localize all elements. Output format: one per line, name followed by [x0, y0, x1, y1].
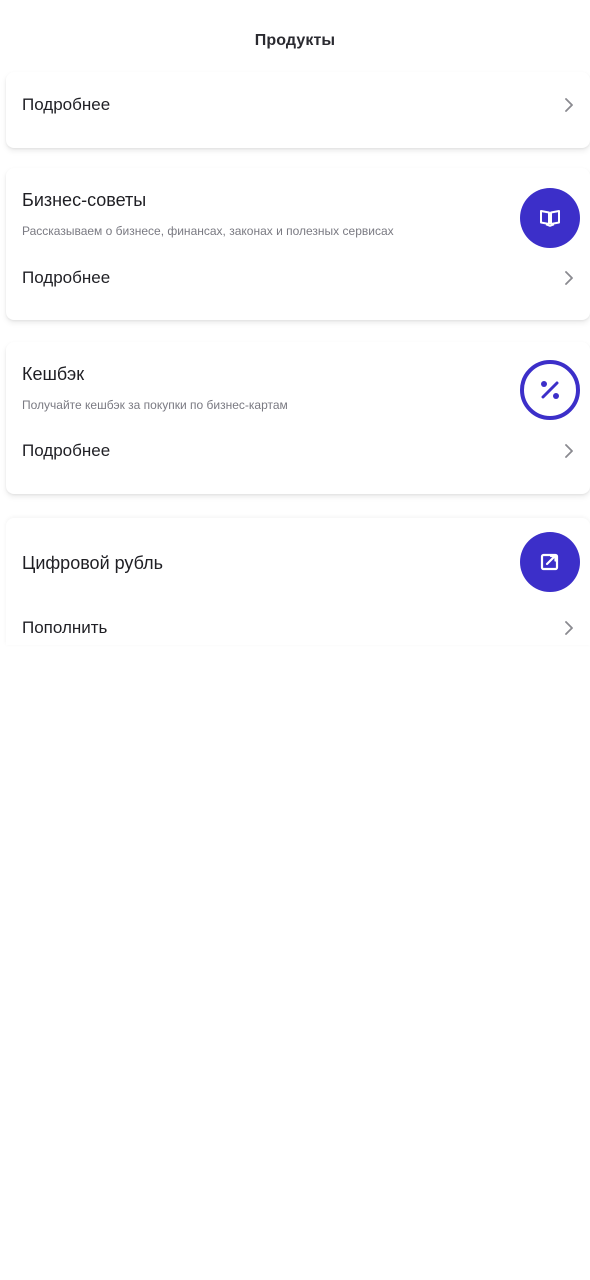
card-details-row[interactable]: Подробнее [22, 90, 576, 120]
book-icon [520, 188, 580, 248]
card-title: Цифровой рубль [22, 553, 164, 573]
details-link: Подробнее [22, 95, 111, 114]
card-title: Бизнес-советы [22, 190, 147, 210]
chevron-right-icon [562, 271, 576, 285]
chevron-right-icon [562, 621, 576, 635]
card-subtitle: Рассказываем о бизнесе, финансах, закона… [22, 224, 394, 238]
products-screen: Продукты Подробнее Бизнес-советы Рассказ… [0, 0, 590, 1280]
card-subtitle: Получайте кешбэк за покупки по бизнес-ка… [22, 398, 288, 412]
percent-icon [520, 360, 580, 420]
top-bar: Продукты [0, 0, 590, 74]
product-card-top: Подробнее [6, 72, 590, 148]
product-card-cashback: Кешбэк Получайте кешбэк за покупки по би… [6, 342, 590, 494]
top-up-link: Пополнить [22, 618, 108, 637]
card-title: Кешбэк [22, 364, 85, 384]
top-up-row[interactable]: Пополнить [22, 613, 576, 643]
card-details-row[interactable]: Подробнее [22, 263, 576, 293]
digital-ruble-icon [520, 532, 580, 592]
product-card-business-tips: Бизнес-советы Рассказываем о бизнесе, фи… [6, 168, 590, 320]
chevron-right-icon [562, 444, 576, 458]
details-link: Подробнее [22, 441, 111, 460]
product-card-digital-ruble: Цифровой рубль Пополнить [6, 518, 590, 645]
page-title: Продукты [254, 32, 336, 49]
card-details-row[interactable]: Подробнее [22, 436, 576, 466]
details-link: Подробнее [22, 268, 111, 287]
chevron-right-icon [562, 98, 576, 112]
